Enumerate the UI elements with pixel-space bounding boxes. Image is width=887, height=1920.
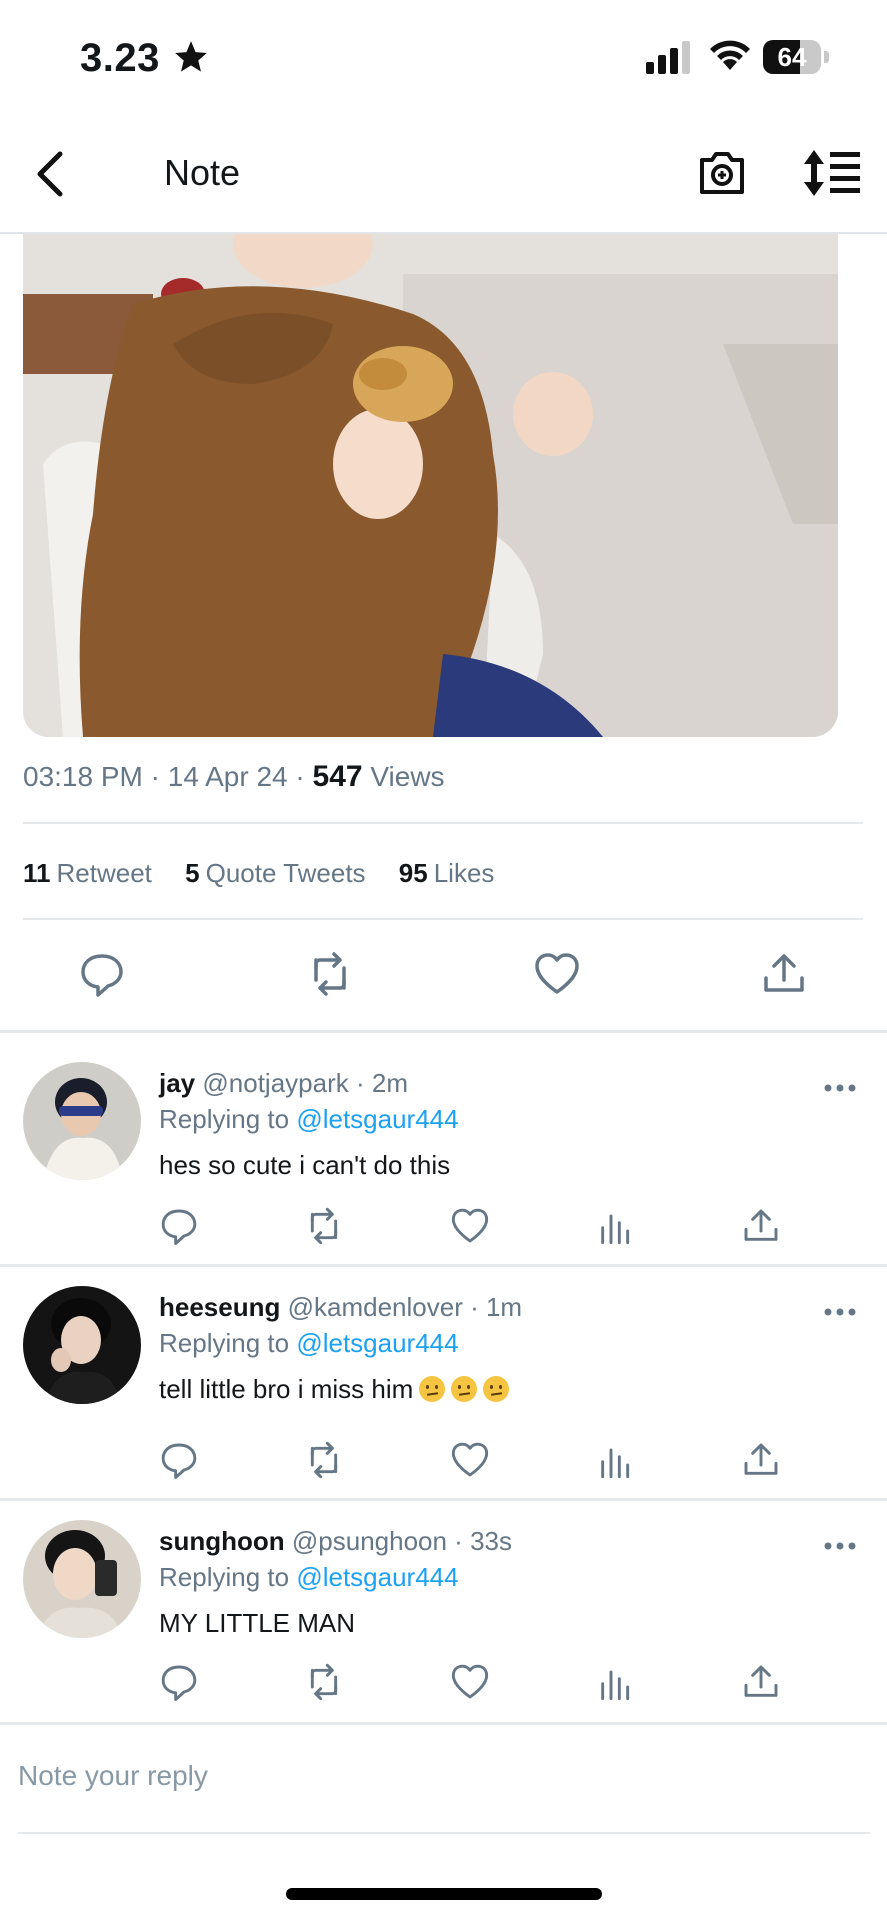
photo-illustration (23, 234, 838, 737)
share-icon[interactable] (760, 950, 808, 998)
quotes-label: Quote Tweets (205, 858, 366, 888)
likes-label: Likes (433, 858, 495, 888)
star-icon (175, 41, 207, 72)
battery-indicator: 64 (763, 40, 829, 74)
reply-header: heeseung @kamdenlover · 1m (159, 1292, 523, 1322)
like-heart-icon[interactable] (450, 1440, 490, 1480)
reply-author-name[interactable]: heeseung (159, 1292, 280, 1322)
tweet-actions (0, 950, 887, 1020)
retweet-icon[interactable] (304, 1440, 344, 1480)
reply-input[interactable]: Note your reply (18, 1760, 208, 1792)
likes-stat[interactable]: 95 Likes (399, 858, 495, 888)
divider (0, 1264, 887, 1267)
retweets-label: Retweet (56, 858, 152, 888)
avatar[interactable] (23, 1520, 141, 1638)
battery-level-text: 64 (777, 42, 807, 72)
views-label: Views (370, 761, 445, 792)
avatar[interactable] (23, 1286, 141, 1404)
reply-item[interactable]: sunghoon @psunghoon · 33s Replying to @l… (0, 1502, 887, 1722)
replying-to-link[interactable]: @letsgaur444 (296, 1328, 458, 1358)
retweet-icon[interactable] (306, 950, 354, 998)
reply-header: sunghoon @psunghoon · 33s (159, 1526, 512, 1556)
reply-text: hes so cute i can't do this (159, 1150, 451, 1180)
sort-options-icon[interactable] (802, 148, 862, 198)
divider (23, 918, 863, 920)
tweet-date: 14 Apr 24 (167, 761, 288, 792)
reply-time: 1m (485, 1292, 523, 1322)
divider (0, 1498, 887, 1501)
replying-to-link[interactable]: @letsgaur444 (296, 1104, 458, 1134)
share-icon[interactable] (741, 1662, 781, 1702)
reply-icon[interactable] (159, 1440, 199, 1480)
replying-to: Replying to @letsgaur444 (159, 1328, 459, 1359)
page-title: Note (164, 152, 241, 193)
reply-header: jay @notjaypark · 2m (159, 1068, 408, 1098)
like-heart-icon[interactable] (533, 950, 581, 998)
retweets-stat[interactable]: 11 Retweet (23, 858, 152, 888)
wifi-icon (710, 40, 750, 70)
divider (0, 1722, 887, 1725)
share-icon[interactable] (741, 1440, 781, 1480)
reply-icon[interactable] (159, 1662, 199, 1702)
more-options-icon[interactable] (820, 1078, 860, 1098)
confused-face-emoji-icon (451, 1376, 478, 1402)
tweet-timestamp-views: 03:18 PM · 14 Apr 24 · 547 Views (23, 760, 445, 793)
confused-face-emoji-icon (419, 1376, 446, 1402)
quotes-count: 5 (185, 858, 200, 888)
more-options-icon[interactable] (820, 1536, 860, 1556)
analytics-icon[interactable] (596, 1662, 636, 1702)
divider (0, 1030, 887, 1033)
tweet-time: 03:18 PM (23, 761, 143, 792)
likes-count: 95 (398, 858, 428, 888)
share-icon[interactable] (741, 1206, 781, 1246)
replying-prefix: Replying to (159, 1562, 290, 1592)
replying-to: Replying to @letsgaur444 (159, 1562, 459, 1593)
retweet-icon[interactable] (304, 1662, 344, 1702)
divider (18, 1832, 870, 1834)
replying-prefix: Replying to (159, 1328, 290, 1358)
reply-icon[interactable] (78, 950, 126, 998)
views-count: 547 (312, 760, 363, 793)
divider (23, 822, 863, 824)
reply-author-name[interactable]: jay (159, 1068, 195, 1098)
cellular-signal-icon (646, 41, 690, 74)
reply-text-line: tell little bro i miss him (159, 1374, 510, 1405)
top-nav-bar: Note (0, 118, 887, 234)
tweet-stats: 11 Retweet 5 Quote Tweets 95 Likes (23, 858, 520, 889)
replying-to-link[interactable]: @letsgaur444 (296, 1562, 458, 1592)
confused-face-emoji-icon (483, 1376, 510, 1402)
analytics-icon[interactable] (596, 1440, 636, 1480)
reply-time: 2m (371, 1068, 408, 1098)
reply-handle[interactable]: @notjaypark (202, 1068, 348, 1098)
reply-time: 33s (470, 1526, 512, 1556)
like-heart-icon[interactable] (450, 1206, 490, 1246)
reply-item[interactable]: heeseung @kamdenlover · 1m Replying to @… (0, 1268, 887, 1498)
like-heart-icon[interactable] (450, 1662, 490, 1702)
tweet-photo[interactable] (23, 234, 838, 737)
reply-handle[interactable]: @kamdenlover (288, 1292, 463, 1322)
quote-tweets-stat[interactable]: 5 Quote Tweets (185, 858, 365, 888)
replying-prefix: Replying to (159, 1104, 290, 1134)
avatar[interactable] (23, 1062, 141, 1180)
analytics-icon[interactable] (596, 1206, 636, 1246)
more-options-icon[interactable] (820, 1302, 860, 1322)
reply-text: MY LITTLE MAN (159, 1608, 356, 1638)
replying-to: Replying to @letsgaur444 (159, 1104, 459, 1135)
reply-icon[interactable] (159, 1206, 199, 1246)
reply-author-name[interactable]: sunghoon (159, 1526, 285, 1556)
retweets-count: 11 (23, 858, 51, 888)
status-time: 3.23 (80, 36, 160, 80)
home-indicator[interactable] (286, 1888, 602, 1900)
reply-handle[interactable]: @psunghoon (292, 1526, 447, 1556)
reply-text: tell little bro i miss him (159, 1374, 414, 1404)
reply-item[interactable]: jay @notjaypark · 2m Replying to @letsga… (0, 1034, 887, 1264)
back-arrow-icon[interactable] (26, 146, 78, 202)
status-bar: 3.23 64 (0, 0, 887, 118)
retweet-icon[interactable] (304, 1206, 344, 1246)
camera-add-icon[interactable] (696, 146, 748, 198)
